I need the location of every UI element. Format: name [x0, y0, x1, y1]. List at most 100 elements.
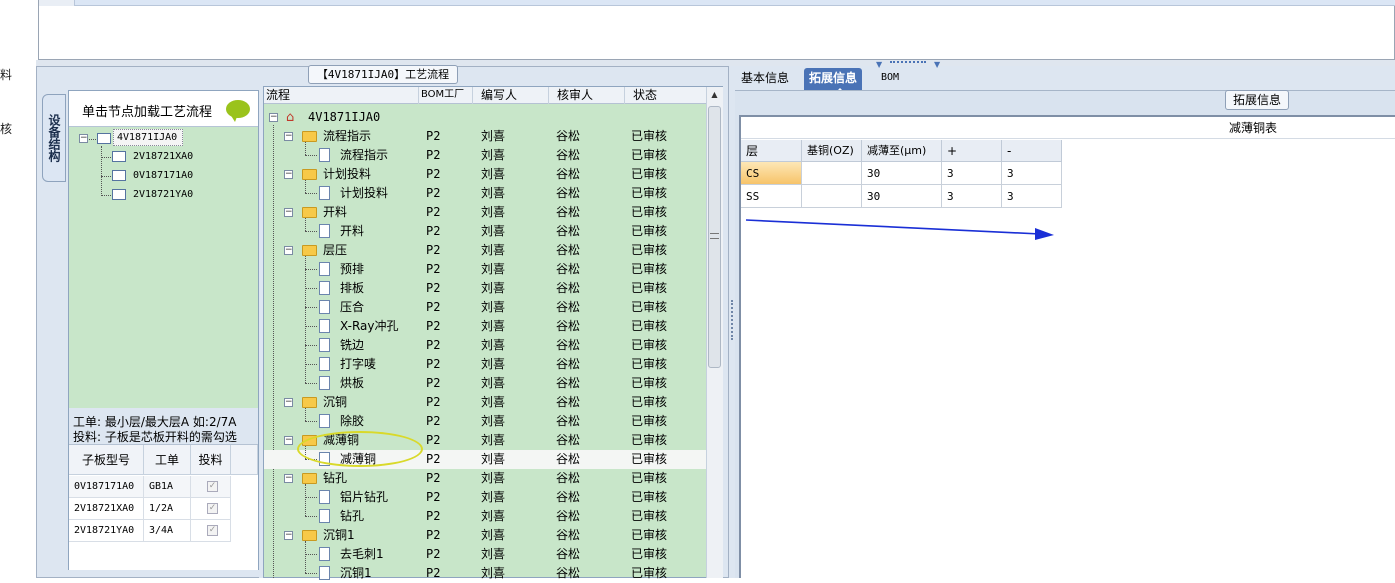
sub-row-0-order[interactable]: GB1A: [144, 476, 191, 498]
tree-collapse-icon[interactable]: −: [284, 474, 293, 483]
flow-row[interactable]: − 流程指示 P2 刘喜 谷松 已审核: [264, 127, 706, 146]
sub-row-1-checkbox[interactable]: ✓: [207, 503, 218, 514]
tree-child-1[interactable]: 0V187171A0: [133, 170, 193, 181]
flow-header-status[interactable]: 状态: [625, 87, 706, 104]
flow-row-writer: 刘喜: [481, 262, 506, 276]
flow-header-process[interactable]: 流程: [264, 87, 419, 104]
flow-row[interactable]: 计划投料 P2 刘喜 谷松 已审核: [264, 184, 706, 203]
flow-row-factory: P2: [426, 148, 441, 162]
board-node-icon: [97, 133, 111, 144]
flow-row-factory: P2: [426, 224, 441, 238]
flow-row[interactable]: X-Ray冲孔 P2 刘喜 谷松 已审核: [264, 317, 706, 336]
flow-header-reviewer[interactable]: 核审人: [549, 87, 625, 104]
flow-row-name: 钻孔: [340, 509, 365, 523]
flow-row[interactable]: − 沉铜1 P2 刘喜 谷松 已审核: [264, 526, 706, 545]
grid-r0-reduce[interactable]: 30: [862, 162, 942, 185]
flow-row-writer: 刘喜: [481, 224, 506, 238]
flow-row-reviewer: 谷松: [556, 566, 581, 580]
tree-collapse-icon[interactable]: −: [284, 208, 293, 217]
sub-row-1-order[interactable]: 1/2A: [144, 498, 191, 520]
tab-basic-info[interactable]: 基本信息: [736, 68, 794, 90]
tree-child-0[interactable]: 2V18721XA0: [133, 151, 193, 162]
tree-collapse-icon[interactable]: −: [284, 398, 293, 407]
annotation-arrow-line: [745, 219, 1041, 235]
sub-row-2-checkbox[interactable]: ✓: [207, 525, 218, 536]
grid-r1-layer[interactable]: SS: [741, 185, 802, 208]
flow-row-reviewer: 谷松: [556, 395, 581, 409]
grid-r1-minus[interactable]: 3: [1002, 185, 1062, 208]
flow-row[interactable]: 去毛刺1 P2 刘喜 谷松 已审核: [264, 545, 706, 564]
grid-caption: 减薄铜表: [741, 117, 1395, 139]
tree-collapse-icon[interactable]: −: [284, 531, 293, 540]
collapse-arrow-icon-2[interactable]: ▼: [934, 60, 940, 69]
grid-r1-reduce[interactable]: 30: [862, 185, 942, 208]
tree-collapse-icon[interactable]: −: [284, 246, 293, 255]
tab-extended-info[interactable]: 拓展信息: [804, 68, 863, 90]
flow-row[interactable]: 沉铜1 P2 刘喜 谷松 已审核: [264, 564, 706, 583]
grid-r1-plus[interactable]: 3: [942, 185, 1002, 208]
tree-collapse-icon[interactable]: −: [79, 134, 88, 143]
tree-collapse-icon[interactable]: −: [284, 170, 293, 179]
left-edge-label-1: 料: [0, 68, 13, 82]
grid-r0-layer[interactable]: CS: [741, 162, 802, 185]
sub-table-header-feed[interactable]: 投料: [191, 445, 231, 475]
grid-header-plus[interactable]: +: [942, 140, 1002, 162]
flow-row-name: X-Ray冲孔: [340, 319, 399, 333]
grid-r0-plus[interactable]: 3: [942, 162, 1002, 185]
flow-row[interactable]: 预排 P2 刘喜 谷松 已审核: [264, 260, 706, 279]
grid-header-base-copper[interactable]: 基铜(OZ): [802, 140, 862, 162]
flow-row-name: 打字唛: [340, 357, 377, 371]
sub-table-header-model[interactable]: 子板型号: [69, 445, 144, 475]
sub-row-0-model[interactable]: 0V187171A0: [69, 476, 144, 498]
flow-row[interactable]: 压合 P2 刘喜 谷松 已审核: [264, 298, 706, 317]
grid-r0-minus[interactable]: 3: [1002, 162, 1062, 185]
flow-row[interactable]: 钻孔 P2 刘喜 谷松 已审核: [264, 507, 706, 526]
tree-child-2[interactable]: 2V18721YA0: [133, 189, 193, 200]
flow-row-status: 已审核: [631, 471, 668, 485]
grid-r1-base[interactable]: [802, 185, 862, 208]
sub-row-0-checkbox[interactable]: ✓: [207, 481, 218, 492]
flow-row[interactable]: 流程指示 P2 刘喜 谷松 已审核: [264, 146, 706, 165]
flow-row[interactable]: 铝片钻孔 P2 刘喜 谷松 已审核: [264, 488, 706, 507]
scroll-up-icon[interactable]: ▲: [708, 89, 721, 101]
grid-r0-base[interactable]: [802, 162, 862, 185]
sub-row-2-model[interactable]: 2V18721YA0: [69, 520, 144, 542]
sub-row-2-order[interactable]: 3/4A: [144, 520, 191, 542]
flow-row[interactable]: − 层压 P2 刘喜 谷松 已审核: [264, 241, 706, 260]
flow-row-reviewer: 谷松: [556, 319, 581, 333]
flow-row-reviewer: 谷松: [556, 528, 581, 542]
flow-row[interactable]: 开料 P2 刘喜 谷松 已审核: [264, 222, 706, 241]
flow-root-row[interactable]: − ⌂ 4V1871IJA0: [264, 108, 706, 127]
flow-row[interactable]: 铣边 P2 刘喜 谷松 已审核: [264, 336, 706, 355]
board-node-icon: [112, 189, 126, 200]
flow-row-writer: 刘喜: [481, 319, 506, 333]
flow-header-writer[interactable]: 编写人: [473, 87, 549, 104]
tab-bom[interactable]: BOM: [876, 68, 904, 90]
flow-row[interactable]: − 钻孔 P2 刘喜 谷松 已审核: [264, 469, 706, 488]
flow-row-status: 已审核: [631, 433, 668, 447]
sub-row-1-model[interactable]: 2V18721XA0: [69, 498, 144, 520]
flow-header-factory[interactable]: BOM工厂: [419, 87, 473, 104]
flow-row[interactable]: 烘板 P2 刘喜 谷松 已审核: [264, 374, 706, 393]
tree-collapse-icon[interactable]: −: [284, 132, 293, 141]
flow-row[interactable]: 排板 P2 刘喜 谷松 已审核: [264, 279, 706, 298]
document-icon: [319, 186, 330, 200]
flow-row[interactable]: − 计划投料 P2 刘喜 谷松 已审核: [264, 165, 706, 184]
side-tab-equipment-structure[interactable]: 设备结构: [42, 94, 66, 182]
flow-row-factory: P2: [426, 395, 441, 409]
speech-bubble-tail: [230, 114, 238, 122]
flow-row[interactable]: − 开料 P2 刘喜 谷松 已审核: [264, 203, 706, 222]
flow-row[interactable]: − 沉铜 P2 刘喜 谷松 已审核: [264, 393, 706, 412]
grid-header-minus[interactable]: -: [1002, 140, 1062, 162]
grid-header-reduce-to[interactable]: 减薄至(μm): [862, 140, 942, 162]
process-tab-title: 【4V1871IJA0】工艺流程: [308, 65, 458, 84]
collapse-arrow-icon[interactable]: ▼: [876, 60, 882, 69]
flow-row[interactable]: 打字唛 P2 刘喜 谷松 已审核: [264, 355, 706, 374]
flow-row-factory: P2: [426, 471, 441, 485]
flow-row[interactable]: 除胶 P2 刘喜 谷松 已审核: [264, 412, 706, 431]
grid-header-layer[interactable]: 层: [741, 140, 802, 162]
tree-collapse-icon[interactable]: −: [269, 113, 278, 122]
collapse-grip-icon[interactable]: [890, 61, 926, 63]
tree-collapse-icon[interactable]: −: [284, 436, 293, 445]
sub-table-header-order[interactable]: 工单: [144, 445, 191, 475]
